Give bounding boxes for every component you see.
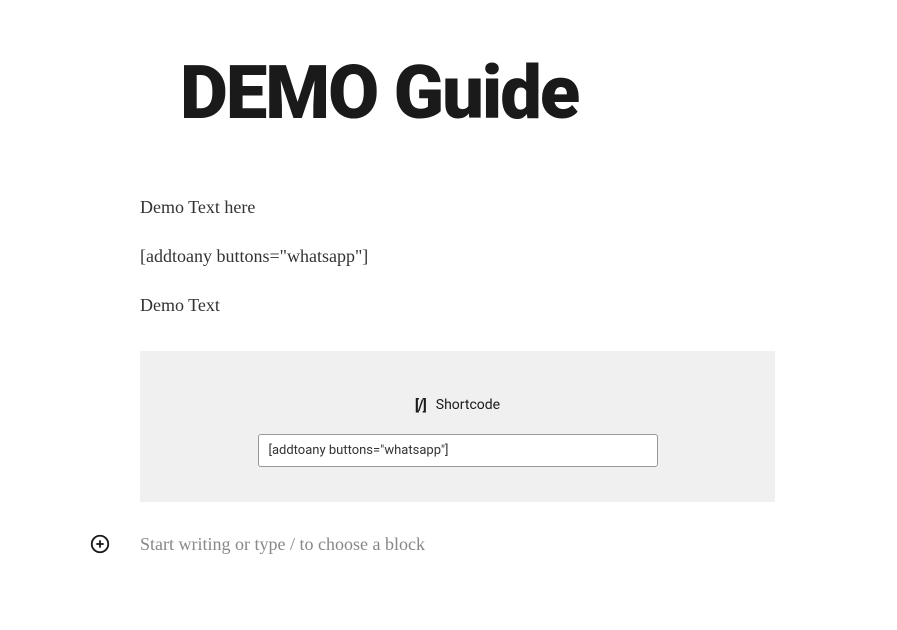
add-block-row: Start writing or type / to choose a bloc… [88,532,897,556]
page-title[interactable]: DEMO Guide [180,50,897,137]
paragraph-block[interactable]: Demo Text [140,295,775,316]
shortcode-label: Shortcode [436,397,500,413]
new-block-placeholder[interactable]: Start writing or type / to choose a bloc… [140,534,425,555]
shortcode-block[interactable]: [/] Shortcode [140,351,775,502]
content-area: Demo Text here [addtoany buttons="whatsa… [140,197,775,502]
editor-container: DEMO Guide Demo Text here [addtoany butt… [0,0,897,556]
shortcode-header: [/] Shortcode [200,396,715,414]
paragraph-block[interactable]: [addtoany buttons="whatsapp"] [140,246,775,267]
shortcode-input[interactable] [258,434,658,467]
add-block-button[interactable] [88,532,112,556]
plus-circle-icon [89,533,111,555]
shortcode-icon: [/] [415,396,426,414]
paragraph-block[interactable]: Demo Text here [140,197,775,218]
